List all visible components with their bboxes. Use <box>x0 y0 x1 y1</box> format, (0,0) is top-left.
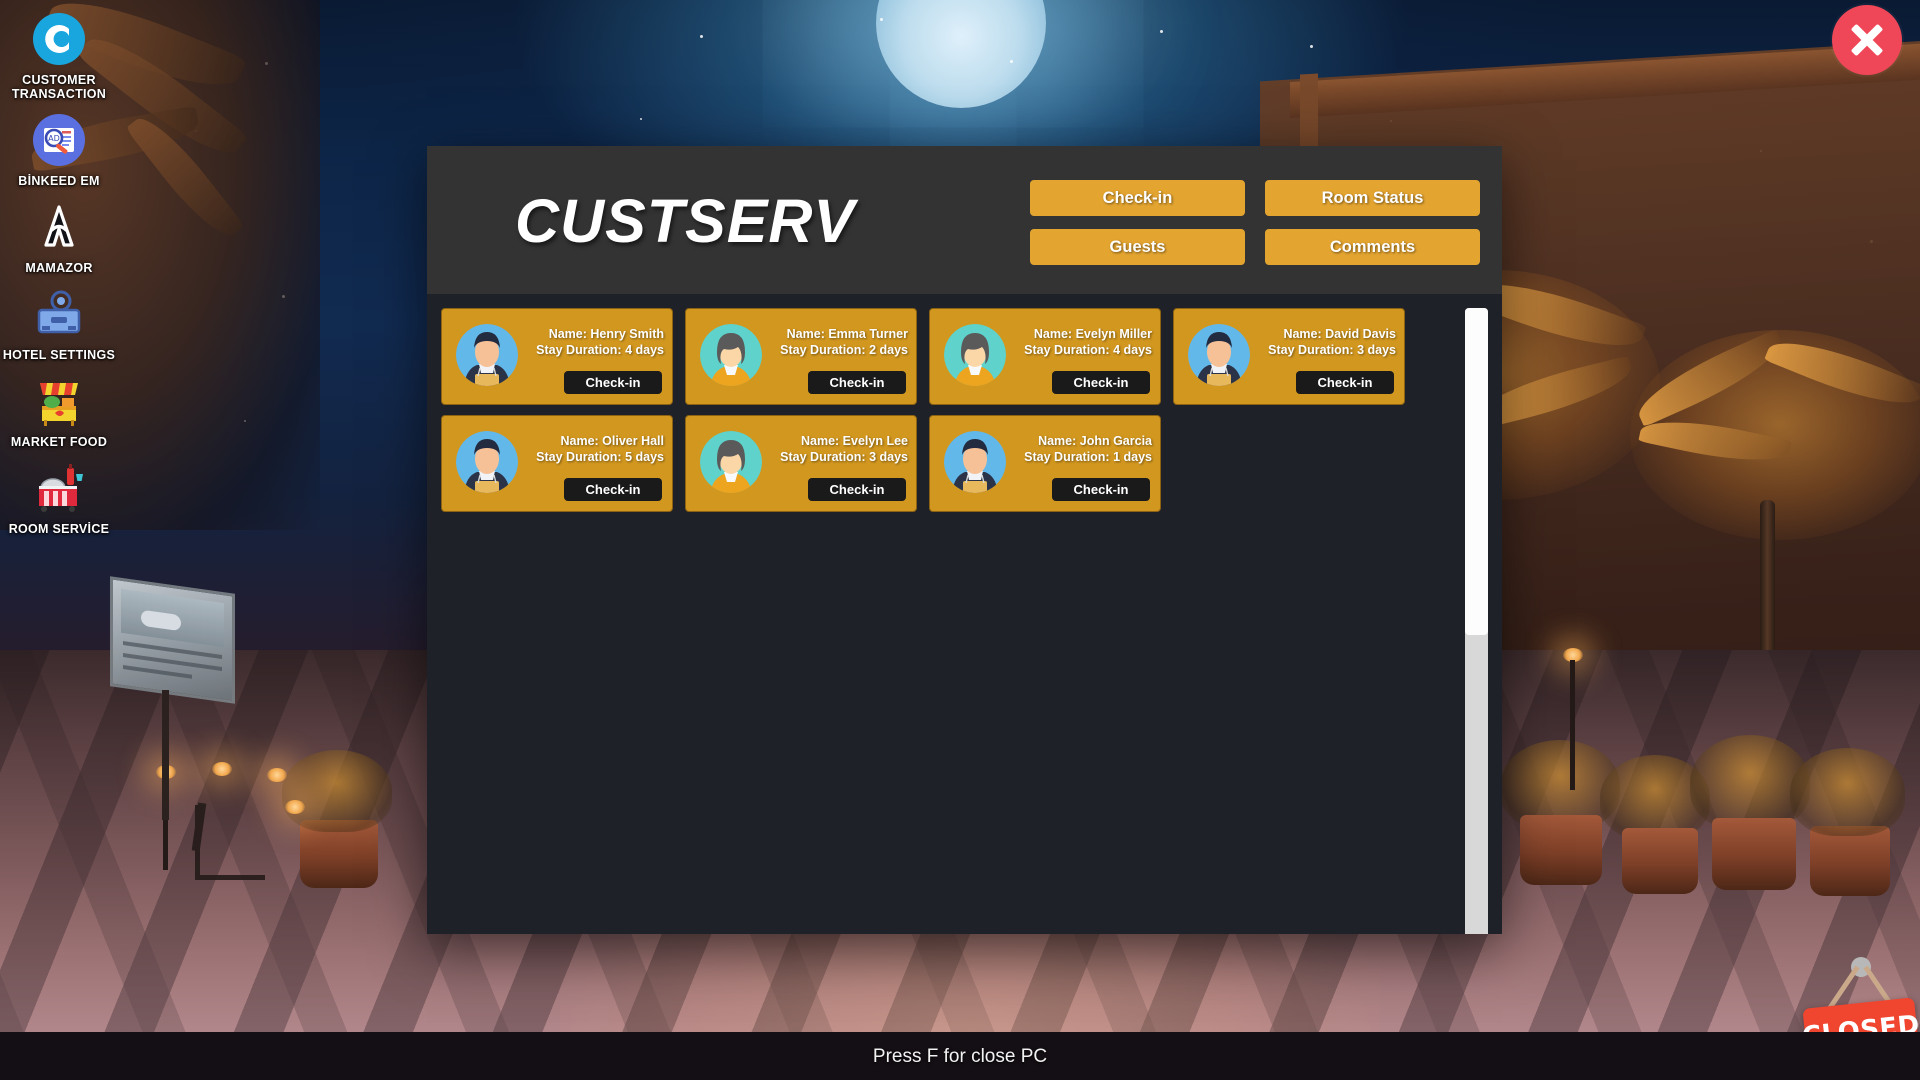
sidebar-item-hotel-settings[interactable]: HOTEL SETTINGS <box>0 285 118 364</box>
planter <box>1712 818 1796 890</box>
star <box>640 118 642 120</box>
app-title: CUSTSERV <box>515 187 856 255</box>
close-button[interactable] <box>1832 5 1902 75</box>
scrollbar-thumb[interactable] <box>1465 308 1488 635</box>
planter <box>1622 828 1698 894</box>
guest-stay-line: Stay Duration: 4 days <box>536 343 664 357</box>
patio-chair <box>195 805 265 880</box>
customer-transaction-icon <box>30 10 88 68</box>
svg-text:AD: AD <box>48 134 60 143</box>
guest-card[interactable]: Name: Evelyn Lee Stay Duration: 3 days C… <box>685 415 917 512</box>
game-sidebar-menu: CUSTOMER TRANSACTION AD BİNKEED EM MAMAZ… <box>0 0 118 538</box>
avatar <box>456 324 518 386</box>
tab-guests[interactable]: Guests <box>1030 229 1245 265</box>
hotel-settings-gear-icon <box>30 285 88 343</box>
guest-info: Name: Oliver Hall Stay Duration: 5 days <box>526 433 664 465</box>
guest-name-line: Name: David Davis <box>1283 327 1396 341</box>
billboard-sign <box>110 576 235 704</box>
guest-card[interactable]: Name: Emma Turner Stay Duration: 2 days … <box>685 308 917 405</box>
mamazor-logo-icon <box>30 198 88 256</box>
star <box>1010 60 1013 63</box>
guest-info: Name: Evelyn Lee Stay Duration: 3 days <box>770 433 908 465</box>
sidebar-item-label: MAMAZOR <box>25 261 93 275</box>
guest-name-line: Name: Emma Turner <box>786 327 908 341</box>
planter <box>1520 815 1602 885</box>
street-lamp-light <box>285 800 305 814</box>
billboard-text-line <box>123 665 192 679</box>
guest-card[interactable]: Name: Oliver Hall Stay Duration: 5 days … <box>441 415 673 512</box>
guest-info: Name: Henry Smith Stay Duration: 4 days <box>526 326 664 358</box>
room-service-cart-icon <box>30 459 88 517</box>
check-in-button[interactable]: Check-in <box>1052 478 1150 501</box>
avatar <box>944 431 1006 493</box>
avatar <box>456 431 518 493</box>
sidebar-item-customer-transaction[interactable]: CUSTOMER TRANSACTION <box>0 10 118 103</box>
guest-card[interactable]: Name: John Garcia Stay Duration: 1 days … <box>929 415 1161 512</box>
guest-name-line: Name: Henry Smith <box>548 327 664 341</box>
guest-list-area: Name: Henry Smith Stay Duration: 4 days … <box>427 294 1502 934</box>
billboard-cloud <box>141 609 181 632</box>
sidebar-item-binkeed-em[interactable]: AD BİNKEED EM <box>0 111 118 190</box>
guest-name-line: Name: Oliver Hall <box>560 434 664 448</box>
sidebar-item-label: HOTEL SETTINGS <box>2 348 116 362</box>
sidebar-item-market-food[interactable]: MARKET FOOD <box>0 372 118 451</box>
street-lamp-light <box>212 762 232 776</box>
sidebar-item-label: BİNKEED EM <box>18 174 100 188</box>
guest-info: Name: David Davis Stay Duration: 3 days <box>1258 326 1396 358</box>
street-lamp-light <box>267 768 287 782</box>
check-in-button[interactable]: Check-in <box>1296 371 1394 394</box>
document-search-icon: AD <box>30 111 88 169</box>
guest-stay-line: Stay Duration: 2 days <box>780 343 908 357</box>
tab-check-in[interactable]: Check-in <box>1030 180 1245 216</box>
guest-name-line: Name: Evelyn Lee <box>801 434 908 448</box>
sidebar-item-label: CUSTOMER TRANSACTION <box>11 73 107 101</box>
guest-name-line: Name: Evelyn Miller <box>1033 327 1152 341</box>
guest-card-grid: Name: Henry Smith Stay Duration: 4 days … <box>441 308 1461 512</box>
avatar <box>944 324 1006 386</box>
guest-stay-line: Stay Duration: 1 days <box>1024 450 1152 464</box>
moon <box>876 0 1046 108</box>
vertical-scrollbar[interactable] <box>1465 308 1488 934</box>
star <box>700 35 703 38</box>
guest-stay-line: Stay Duration: 3 days <box>780 450 908 464</box>
sidebar-item-label: MARKET FOOD <box>10 435 108 449</box>
check-in-button[interactable]: Check-in <box>808 478 906 501</box>
guest-stay-line: Stay Duration: 5 days <box>536 450 664 464</box>
check-in-button[interactable]: Check-in <box>1052 371 1150 394</box>
sidebar-item-mamazor[interactable]: MAMAZOR <box>0 198 118 277</box>
star <box>1160 30 1163 33</box>
planter-bush <box>282 750 392 832</box>
tab-comments[interactable]: Comments <box>1265 229 1480 265</box>
guest-card[interactable]: Name: Evelyn Miller Stay Duration: 4 day… <box>929 308 1161 405</box>
guest-info: Name: Emma Turner Stay Duration: 2 days <box>770 326 908 358</box>
sidebar-item-room-service[interactable]: ROOM SERVİCE <box>0 459 118 538</box>
star <box>1310 45 1313 48</box>
check-in-button[interactable]: Check-in <box>564 478 662 501</box>
billboard-post <box>162 690 169 820</box>
guest-name-line: Name: John Garcia <box>1038 434 1152 448</box>
billboard-image <box>121 588 224 648</box>
star <box>880 18 883 21</box>
tab-room-status[interactable]: Room Status <box>1265 180 1480 216</box>
app-nav-buttons: Check-in Room Status Guests Comments <box>1030 180 1480 265</box>
avatar <box>700 324 762 386</box>
check-in-button[interactable]: Check-in <box>808 371 906 394</box>
guest-card[interactable]: Name: David Davis Stay Duration: 3 days … <box>1173 308 1405 405</box>
planter-bush <box>1790 748 1905 836</box>
sidebar-item-label: ROOM SERVİCE <box>8 522 110 536</box>
street-lamp-pole <box>1570 660 1575 790</box>
avatar <box>1188 324 1250 386</box>
guest-card[interactable]: Name: Henry Smith Stay Duration: 4 days … <box>441 308 673 405</box>
guest-info: Name: Evelyn Miller Stay Duration: 4 day… <box>1014 326 1152 358</box>
guest-info: Name: John Garcia Stay Duration: 1 days <box>1014 433 1152 465</box>
guest-stay-line: Stay Duration: 4 days <box>1024 343 1152 357</box>
check-in-button[interactable]: Check-in <box>564 371 662 394</box>
guest-stay-line: Stay Duration: 3 days <box>1268 343 1396 357</box>
close-pc-hint: Press F for close PC <box>872 1046 1048 1067</box>
market-stall-icon <box>30 372 88 430</box>
avatar <box>700 431 762 493</box>
planter <box>1810 826 1890 896</box>
